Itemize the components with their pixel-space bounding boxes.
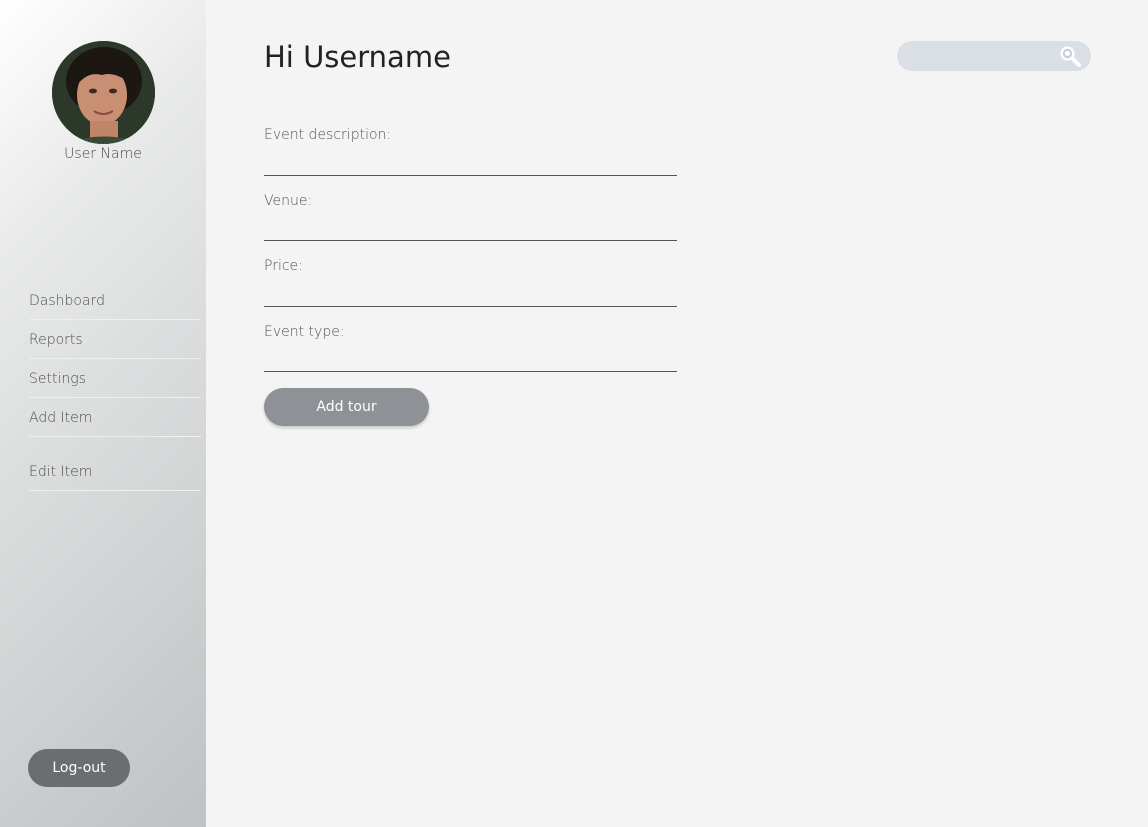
sidebar: User Name Dashboard Reports Settings Add…	[0, 0, 206, 827]
event-type-input[interactable]	[264, 347, 677, 372]
page-title: Hi Username	[264, 40, 451, 74]
logout-button[interactable]: Log-out	[28, 749, 130, 787]
search-input[interactable]	[909, 45, 1058, 69]
sidebar-item-add-item[interactable]: Add Item	[29, 410, 201, 437]
venue-input[interactable]	[264, 216, 677, 241]
event-description-input[interactable]	[264, 151, 677, 176]
event-description-label: Event description:	[264, 127, 392, 143]
add-tour-button[interactable]: Add tour	[264, 388, 429, 426]
user-name: User Name	[64, 146, 142, 162]
avatar-photo	[52, 41, 155, 144]
sidebar-item-dashboard[interactable]: Dashboard	[29, 293, 201, 320]
search-icon[interactable]	[1058, 44, 1082, 68]
price-input[interactable]	[264, 282, 677, 307]
price-label: Price:	[264, 258, 303, 274]
avatar[interactable]	[52, 41, 155, 144]
sidebar-item-edit-item[interactable]: Edit Item	[29, 464, 201, 491]
sidebar-item-settings[interactable]: Settings	[29, 371, 201, 398]
sidebar-item-reports[interactable]: Reports	[29, 332, 201, 359]
venue-label: Venue:	[264, 193, 313, 209]
event-type-label: Event type:	[264, 324, 345, 340]
